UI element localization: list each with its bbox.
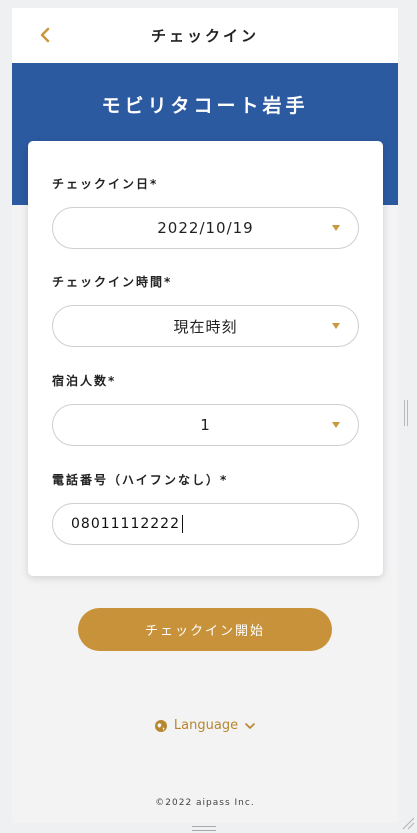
caret-down-icon (332, 323, 340, 329)
copyright: ©2022 aipass Inc. (155, 798, 255, 808)
bottom-handle[interactable] (192, 826, 216, 831)
page-title: チェックイン (150, 27, 259, 45)
checkin-form-card: チェックイン日* 2022/10/19 チェックイン時間* 現在時刻 宿泊人数*… (28, 141, 383, 576)
caret-down-icon (332, 422, 340, 428)
checkin-time-label: チェックイン時間* (52, 275, 173, 289)
checkin-time-value: 現在時刻 (173, 317, 238, 336)
checkin-date-value: 2022/10/19 (157, 219, 254, 237)
back-button[interactable] (32, 22, 58, 48)
resize-handle[interactable] (404, 400, 408, 426)
globe-icon (154, 719, 167, 732)
phone-input[interactable]: 08011112222 (52, 503, 359, 545)
phone-value: 08011112222 (71, 516, 180, 532)
chevron-down-icon (245, 722, 255, 729)
resize-grip-icon[interactable] (401, 816, 415, 830)
text-cursor (181, 515, 183, 533)
checkin-time-select[interactable]: 現在時刻 (52, 305, 359, 347)
language-selector[interactable]: Language (12, 718, 398, 733)
guests-label: 宿泊人数* (52, 374, 117, 388)
phone-label: 電話番号（ハイフンなし）* (52, 473, 229, 487)
header-bar: チェックイン (12, 8, 398, 63)
start-checkin-button[interactable]: チェックイン開始 (78, 608, 332, 651)
guests-select[interactable]: 1 (52, 404, 359, 446)
language-label: Language (173, 718, 239, 733)
chevron-left-icon (40, 27, 50, 43)
start-checkin-label: チェックイン開始 (144, 624, 265, 639)
checkin-date-select[interactable]: 2022/10/19 (52, 207, 359, 249)
guests-value: 1 (200, 416, 211, 434)
app-screen: チェックイン モビリタコート岩手 チェックイン日* 2022/10/19 チェッ… (12, 8, 398, 823)
checkin-date-label: チェックイン日* (52, 177, 159, 191)
caret-down-icon (332, 225, 340, 231)
